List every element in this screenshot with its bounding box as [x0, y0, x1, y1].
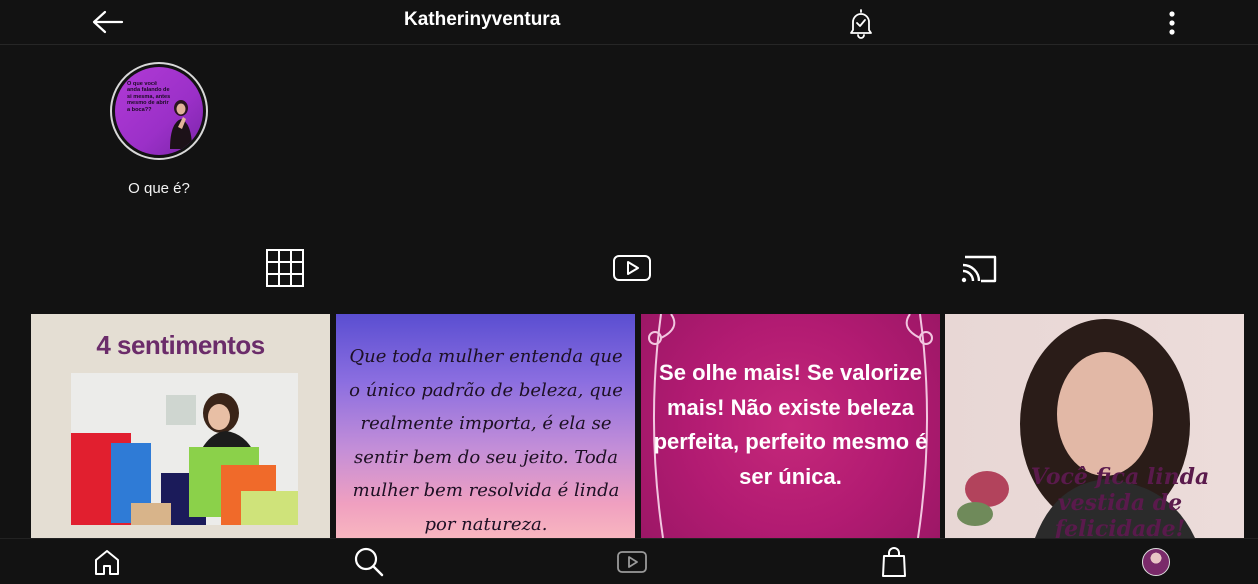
- woman-thinking-image: [170, 100, 192, 149]
- avatar: [1142, 548, 1170, 576]
- tab-videos[interactable]: [610, 246, 654, 290]
- content-tabs: [0, 240, 1258, 296]
- bottom-navigation: [0, 538, 1258, 584]
- tab-cast[interactable]: [957, 246, 1001, 290]
- post-tile[interactable]: 4 sentimentos: [31, 314, 330, 538]
- tab-grid[interactable]: [263, 246, 307, 290]
- back-button[interactable]: [88, 6, 128, 38]
- notifications-button[interactable]: [844, 6, 878, 40]
- nav-search[interactable]: [352, 545, 386, 579]
- top-bar: Katherinyventura: [0, 0, 1258, 45]
- post-quote-text: Você fica linda vestida de felicidade!: [1030, 464, 1210, 538]
- more-vertical-icon: [1169, 11, 1175, 35]
- shopping-woman-image: [71, 373, 298, 525]
- posts-grid: 4 sentimentos Que toda mulher entenda qu…: [31, 314, 1245, 538]
- post-caption: 4 sentimentos: [96, 330, 265, 360]
- cast-icon: [961, 255, 997, 283]
- grid-icon: [266, 249, 304, 287]
- post-photo: [71, 373, 298, 525]
- play-icon: [617, 551, 647, 573]
- nav-profile[interactable]: [1139, 545, 1173, 579]
- post-tile[interactable]: Se olhe mais! Se valorize mais! Não exis…: [641, 314, 940, 538]
- post-tile[interactable]: Você fica linda vestida de felicidade!: [945, 314, 1244, 538]
- nav-shop[interactable]: [877, 545, 911, 579]
- post-tile[interactable]: Que toda mulher entenda que o único padr…: [336, 314, 635, 538]
- highlight-cover-text: O que você anda falando de si mesma, ant…: [127, 81, 171, 113]
- post-quote-text: Se olhe mais! Se valorize mais! Não exis…: [653, 360, 928, 489]
- play-icon: [613, 255, 651, 281]
- bell-check-icon: [850, 9, 872, 39]
- story-highlight[interactable]: O que você anda falando de si mesma, ant…: [110, 62, 208, 160]
- more-options-button[interactable]: [1160, 8, 1184, 38]
- home-icon: [95, 550, 119, 575]
- nav-home[interactable]: [90, 545, 124, 579]
- shopping-bag-icon: [882, 547, 906, 577]
- nav-videos[interactable]: [615, 545, 649, 579]
- highlight-cover: O que você anda falando de si mesma, ant…: [115, 67, 203, 155]
- post-quote-text: Que toda mulher entenda que o único padr…: [349, 346, 623, 535]
- profile-username: Katherinyventura: [404, 9, 561, 30]
- search-icon: [354, 547, 384, 577]
- highlight-label: O que é?: [128, 180, 190, 197]
- arrow-left-icon: [92, 10, 124, 34]
